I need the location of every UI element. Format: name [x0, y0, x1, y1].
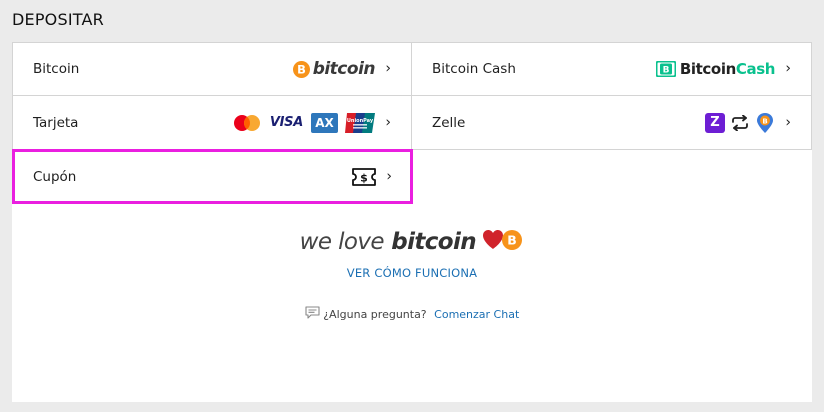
option-zelle[interactable]: Zelle Z B › — [411, 95, 812, 150]
zelle-glyph: Z — [710, 115, 720, 130]
bch-word-b: Cash — [735, 60, 776, 78]
location-pin-icon: B — [755, 112, 775, 134]
help-row: ¿Alguna pregunta? Comenzar Chat — [12, 306, 812, 321]
unionpay-icon: UnionPay — [345, 112, 375, 133]
help-question: ¿Alguna pregunta? — [323, 308, 427, 321]
coupon-logo: $ — [352, 167, 376, 186]
coupon-ticket-icon: $ — [352, 167, 376, 186]
visa-icon: VISA — [269, 115, 303, 130]
page-title: DEPOSITAR — [12, 10, 104, 29]
tagline-a: we love — [299, 229, 385, 255]
svg-text:B: B — [662, 66, 669, 76]
bitcoin-icon: B — [292, 60, 310, 78]
zelle-icon: Z — [705, 112, 725, 133]
chevron-right-icon: › — [785, 60, 791, 77]
exchange-arrows-icon — [730, 114, 750, 131]
chevron-right-icon: › — [385, 114, 391, 131]
bch-word-a: Bitcoin — [679, 60, 736, 78]
option-cupon-label: Cupón — [33, 168, 77, 185]
card-logos: VISA AX UnionPay — [232, 112, 375, 133]
we-love-bitcoin-banner: we love bitcoin B — [12, 228, 812, 255]
svg-text:B: B — [508, 233, 518, 248]
bitcoin-logo: B bitcoin — [292, 59, 376, 79]
option-cupon[interactable]: Cupón $ › — [12, 149, 413, 204]
chat-bubble-icon — [305, 306, 320, 319]
option-bitcoin-cash[interactable]: Bitcoin Cash B BitcoinCash › — [411, 42, 812, 96]
chevron-right-icon: › — [385, 60, 391, 77]
mastercard-icon — [232, 114, 262, 132]
option-zelle-label: Zelle — [432, 114, 466, 131]
chevron-right-icon: › — [785, 114, 791, 131]
option-tarjeta-label: Tarjeta — [33, 114, 79, 131]
chevron-right-icon: › — [386, 168, 392, 185]
amex-icon: AX — [311, 112, 338, 133]
start-chat-link[interactable]: Comenzar Chat — [434, 308, 519, 321]
unionpay-text: UnionPay — [347, 118, 374, 124]
option-tarjeta[interactable]: Tarjeta VISA AX UnionPay › — [12, 95, 412, 150]
bitcoin-cash-wordmark: BitcoinCash — [679, 60, 776, 78]
deposit-options-panel: Bitcoin B bitcoin › Bitcoin Cash B Bitco… — [12, 42, 812, 402]
bitcoin-cash-icon: B — [655, 60, 677, 78]
option-bitcoin-label: Bitcoin — [33, 61, 80, 77]
svg-text:B: B — [297, 62, 306, 76]
bitcoin-cash-logo: B BitcoinCash — [655, 60, 776, 78]
option-bitcoin-cash-label: Bitcoin Cash — [432, 61, 516, 77]
option-bitcoin[interactable]: Bitcoin B bitcoin › — [12, 42, 412, 96]
svg-text:B: B — [762, 117, 767, 125]
how-it-works-link[interactable]: VER CÓMO FUNCIONA — [12, 266, 812, 280]
tagline-b: bitcoin — [391, 229, 477, 255]
coupon-glyph: $ — [360, 171, 368, 184]
bitcoin-wordmark: bitcoin — [312, 59, 376, 79]
zelle-logos: Z B — [705, 112, 775, 134]
heart-icon: B — [482, 228, 524, 252]
